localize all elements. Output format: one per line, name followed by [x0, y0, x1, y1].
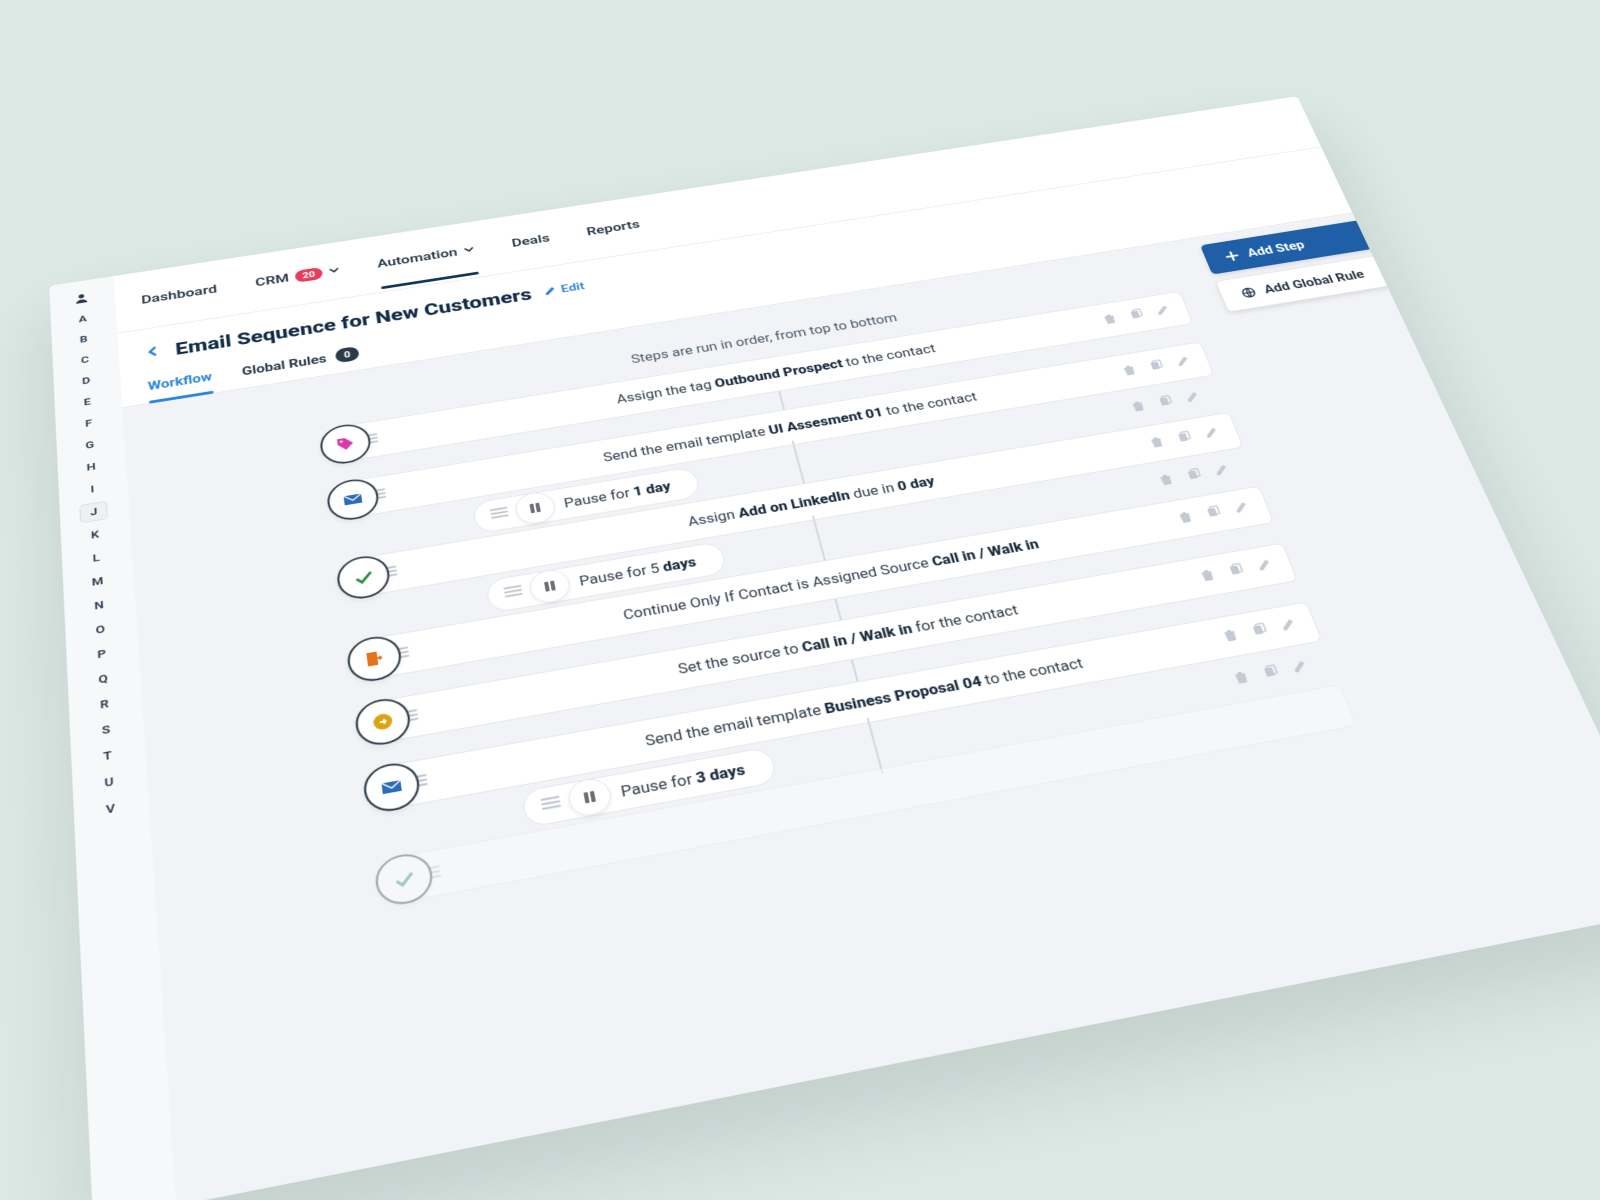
copy-icon[interactable] [1156, 394, 1176, 411]
nav-label: Reports [585, 217, 641, 238]
alpha-letter-g[interactable]: G [77, 435, 103, 455]
nav-crm[interactable]: CRM 20 [255, 263, 341, 289]
step-ops [1147, 425, 1222, 451]
step-ops [1220, 616, 1300, 645]
step-ops [1129, 390, 1203, 416]
alpha-letter-d[interactable]: D [73, 371, 99, 390]
edit-icon[interactable] [1212, 462, 1233, 479]
alpha-letter-k[interactable]: K [82, 524, 109, 545]
step-text: Pause for 3 days [619, 760, 746, 799]
connector [778, 391, 785, 410]
step-ops [1100, 303, 1172, 327]
step-ops [1175, 499, 1252, 526]
nav-label: CRM [255, 271, 290, 289]
alpha-letter-a[interactable]: A [70, 309, 95, 328]
arrow-circle-icon [353, 694, 413, 748]
delete-icon[interactable] [1231, 669, 1253, 689]
edit-icon[interactable] [1183, 390, 1203, 407]
person-icon[interactable] [74, 291, 90, 307]
edit-icon[interactable] [1289, 658, 1311, 677]
alpha-letter-n[interactable]: N [85, 594, 112, 616]
copy-icon[interactable] [1203, 504, 1224, 522]
alpha-letter-t[interactable]: T [93, 744, 122, 768]
alpha-letter-i[interactable]: I [79, 479, 105, 500]
step-text: Pause for 5 days [578, 553, 698, 588]
edit-icon[interactable] [1278, 616, 1300, 635]
door-icon [345, 632, 404, 684]
step-ops [1120, 354, 1193, 379]
check-icon [373, 849, 436, 908]
button-label: Add Step [1245, 238, 1307, 259]
back-button[interactable] [145, 343, 163, 361]
copy-icon[interactable] [1147, 358, 1167, 374]
drag-handle-icon[interactable] [503, 583, 524, 601]
alpha-letter-p[interactable]: P [88, 642, 116, 665]
step-ops [1156, 462, 1232, 489]
edit-icon[interactable] [1202, 425, 1222, 442]
delete-icon[interactable] [1129, 399, 1149, 416]
app-window: ABCDEFGHIJKLMNOPQRSTUV Dashboard CRM 20 … [49, 96, 1600, 1200]
global-rules-count: 0 [335, 345, 360, 362]
nav-deals[interactable]: Deals [510, 231, 550, 250]
step-text: Pause for 1 day [563, 478, 672, 510]
nav-automation[interactable]: Automation [376, 242, 475, 270]
alpha-letter-l[interactable]: L [83, 547, 110, 568]
alpha-letter-c[interactable]: C [72, 350, 97, 369]
nav-label: Deals [510, 231, 550, 250]
copy-icon[interactable] [1127, 307, 1146, 323]
edit-button[interactable]: Edit [543, 279, 586, 297]
connector [867, 717, 884, 773]
alpha-letter-m[interactable]: M [84, 570, 111, 592]
edit-icon[interactable] [1173, 354, 1193, 370]
alpha-letter-f[interactable]: F [76, 413, 102, 433]
copy-icon[interactable] [1174, 429, 1194, 446]
tab-label: Workflow [147, 369, 212, 392]
connector [834, 598, 842, 619]
edit-icon[interactable] [1254, 556, 1275, 574]
tab-label: Global Rules [241, 351, 327, 377]
drag-handle-icon[interactable] [489, 505, 509, 522]
alpha-letter-o[interactable]: O [87, 618, 115, 640]
pause-icon [566, 775, 615, 818]
connector [812, 515, 827, 565]
side-actions: Add Step Add Global Rule [1200, 220, 1391, 312]
drag-handle-icon[interactable] [540, 793, 562, 813]
copy-icon[interactable] [1226, 561, 1247, 579]
chevron-down-icon [462, 242, 475, 257]
tag-icon [318, 420, 373, 466]
button-label: Add Global Rule [1262, 267, 1367, 296]
edit-label: Edit [560, 279, 586, 294]
alpha-letter-b[interactable]: B [71, 330, 96, 349]
nav-label: Automation [376, 245, 458, 270]
alpha-letter-e[interactable]: E [75, 392, 101, 412]
copy-icon[interactable] [1260, 663, 1282, 682]
copy-icon[interactable] [1184, 467, 1205, 484]
chevron-down-icon [328, 263, 341, 278]
nav-dashboard[interactable]: Dashboard [141, 282, 218, 307]
nav-reports[interactable]: Reports [585, 217, 641, 238]
delete-icon[interactable] [1156, 472, 1176, 489]
connector [851, 659, 859, 681]
alpha-letter-q[interactable]: Q [89, 667, 117, 690]
connector [792, 440, 807, 487]
crm-badge: 20 [294, 266, 323, 282]
alpha-letter-v[interactable]: V [96, 796, 125, 821]
step-ops [1197, 556, 1275, 584]
pause-icon [513, 489, 557, 526]
pause-icon [527, 567, 572, 605]
step-ops [1231, 658, 1312, 688]
alpha-letter-s[interactable]: S [92, 718, 120, 742]
alpha-letter-r[interactable]: R [91, 692, 119, 715]
alpha-letter-h[interactable]: H [78, 457, 104, 477]
alpha-letter-j[interactable]: J [80, 501, 107, 522]
edit-icon[interactable] [1231, 499, 1252, 517]
copy-icon[interactable] [1249, 621, 1271, 640]
edit-icon[interactable] [1153, 303, 1172, 319]
alpha-letter-u[interactable]: U [95, 770, 124, 794]
nav-label: Dashboard [141, 282, 218, 307]
